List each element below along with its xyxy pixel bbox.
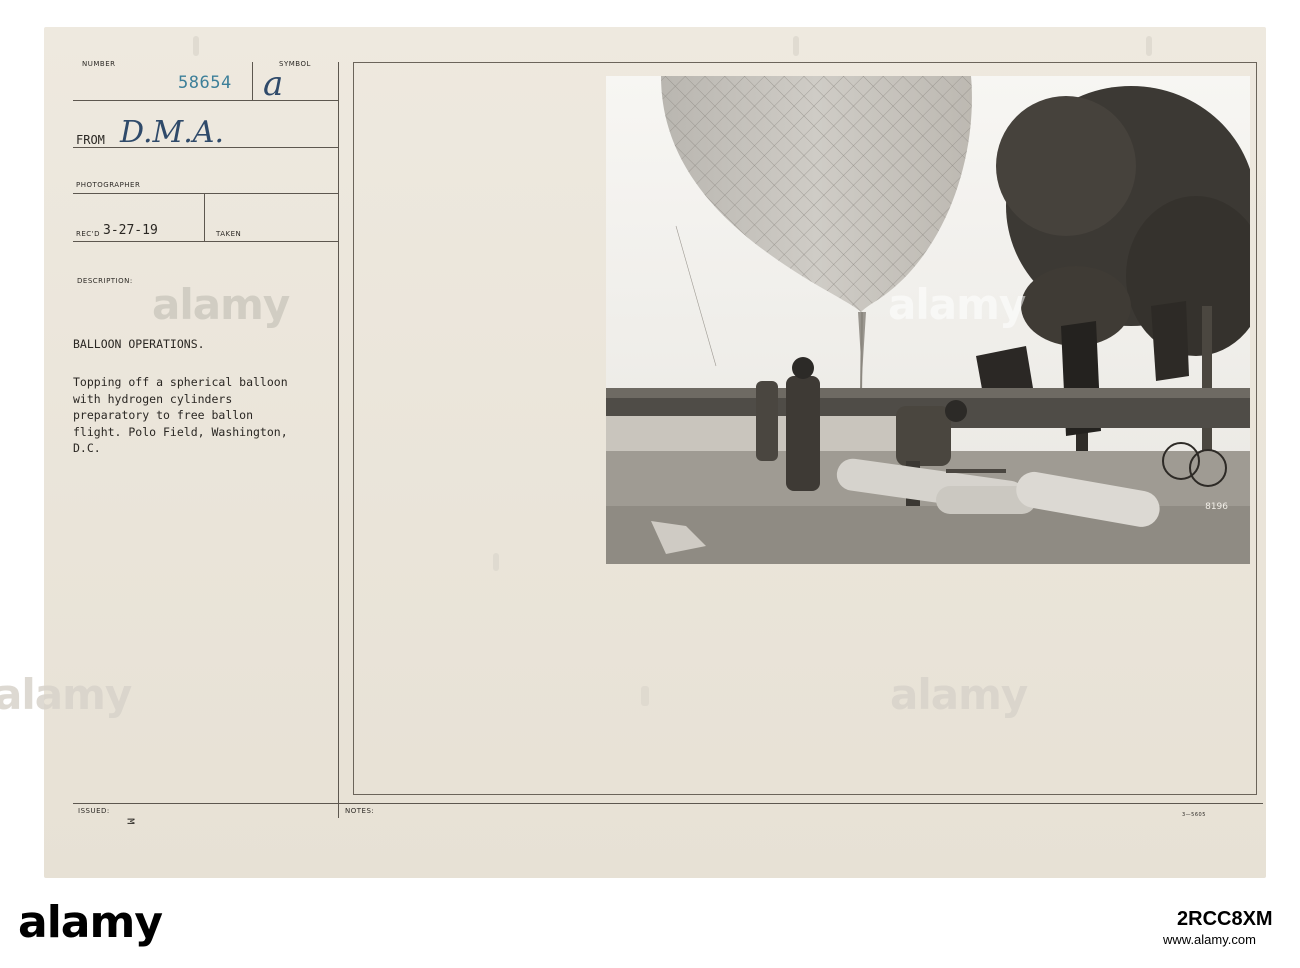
watermark: alamy xyxy=(0,670,132,719)
from-label: FROM xyxy=(76,133,105,147)
form-rule xyxy=(73,100,338,101)
form-rule xyxy=(73,193,338,194)
watermark: alamy xyxy=(888,280,1026,329)
number-value: 58654 xyxy=(178,73,232,93)
description-line: with hydrogen cylinders xyxy=(73,391,233,406)
watermark-tick xyxy=(193,36,199,56)
photographer-label: PHOTOGRAPHER xyxy=(76,181,141,189)
form-number: 3—5605 xyxy=(1182,812,1206,818)
from-value: D.M.A. xyxy=(120,115,224,150)
watermark: alamy xyxy=(152,280,290,329)
form-rule xyxy=(252,62,253,100)
issued-label: ISSUED: xyxy=(78,807,110,815)
description-line: flight. Polo Field, Washington, xyxy=(73,424,288,439)
notes-label: NOTES: xyxy=(345,807,375,815)
taken-label: TAKEN xyxy=(216,230,242,238)
symbol-label: SYMBOL xyxy=(279,60,311,68)
description-label: DESCRIPTION: xyxy=(77,277,133,285)
description-text: Topping off a spherical balloon with hyd… xyxy=(73,374,288,457)
form-rule xyxy=(73,803,1263,804)
photo-number: 8196 xyxy=(1205,502,1228,512)
description-line: Topping off a spherical balloon xyxy=(73,375,288,389)
record-title: BALLOON OPERATIONS. xyxy=(73,337,205,351)
watermark-tick xyxy=(793,36,799,56)
watermark: alamy xyxy=(890,670,1028,719)
stock-bar xyxy=(0,878,1300,968)
recd-label: REC'D xyxy=(76,230,100,238)
watermark-tick xyxy=(493,553,499,571)
number-label: NUMBER xyxy=(82,60,116,68)
watermark-tick xyxy=(1146,36,1152,56)
stock-url[interactable]: www.alamy.com xyxy=(1163,932,1256,947)
issued-mark: M xyxy=(124,818,136,825)
stock-image-id: 2RCC8XM xyxy=(1177,908,1273,930)
symbol-value: a xyxy=(263,64,284,104)
form-rule xyxy=(73,241,338,242)
description-line: preparatory to free ballon xyxy=(73,408,254,422)
form-rule xyxy=(204,193,205,241)
form-rule xyxy=(338,62,339,818)
recd-value: 3-27-19 xyxy=(103,223,158,238)
description-line: D.C. xyxy=(73,441,101,455)
stock-logo: alamy xyxy=(18,897,163,948)
watermark-tick xyxy=(641,686,649,706)
